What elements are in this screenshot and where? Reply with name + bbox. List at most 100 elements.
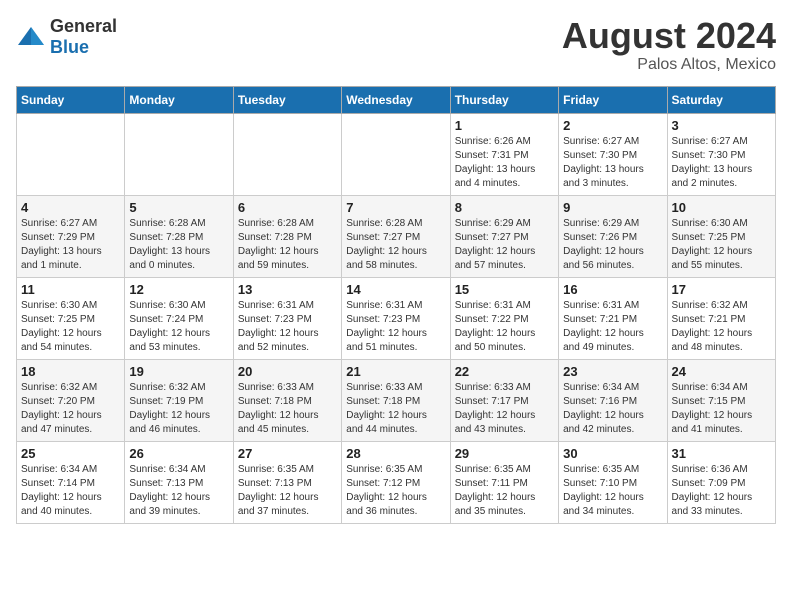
- header-saturday: Saturday: [667, 86, 775, 113]
- day-info: Sunrise: 6:32 AM Sunset: 7:21 PM Dayligh…: [672, 299, 771, 355]
- day-info: Sunrise: 6:32 AM Sunset: 7:20 PM Dayligh…: [21, 381, 120, 437]
- table-row: 19Sunrise: 6:32 AM Sunset: 7:19 PM Dayli…: [125, 359, 233, 441]
- day-info: Sunrise: 6:30 AM Sunset: 7:24 PM Dayligh…: [129, 299, 228, 355]
- day-info: Sunrise: 6:31 AM Sunset: 7:23 PM Dayligh…: [238, 299, 337, 355]
- day-info: Sunrise: 6:33 AM Sunset: 7:18 PM Dayligh…: [238, 381, 337, 437]
- day-info: Sunrise: 6:27 AM Sunset: 7:30 PM Dayligh…: [672, 135, 771, 191]
- page-header: General Blue August 2024 Palos Altos, Me…: [16, 16, 776, 74]
- table-row: 22Sunrise: 6:33 AM Sunset: 7:17 PM Dayli…: [450, 359, 558, 441]
- day-info: Sunrise: 6:27 AM Sunset: 7:30 PM Dayligh…: [563, 135, 662, 191]
- table-row: 28 Sunrise: 6:35 AM Sunset: 7:12 PM Dayli…: [342, 441, 450, 523]
- day-number: 9: [563, 200, 662, 215]
- header-sunday: Sunday: [17, 86, 125, 113]
- table-row: [17, 113, 125, 195]
- day-info: Sunrise: 6:34 AM Sunset: 7:15 PM Dayligh…: [672, 381, 771, 437]
- day-info: Sunrise: 6:28 AM Sunset: 7:27 PM Dayligh…: [346, 217, 445, 273]
- table-row: 2 Sunrise: 6:27 AM Sunset: 7:30 PM Daylig…: [559, 113, 667, 195]
- calendar-week-row: 11 Sunrise: 6:30 AM Sunset: 7:25 PM Dayli…: [17, 277, 776, 359]
- table-row: [233, 113, 341, 195]
- calendar-week-row: 1 Sunrise: 6:26 AM Sunset: 7:31 PM Daylig…: [17, 113, 776, 195]
- table-row: 6 Sunrise: 6:28 AM Sunset: 7:28 PM Daylig…: [233, 195, 341, 277]
- header-monday: Monday: [125, 86, 233, 113]
- day-info: Sunrise: 6:27 AM Sunset: 7:29 PM Dayligh…: [21, 217, 120, 273]
- day-number: 4: [21, 200, 120, 215]
- table-row: 7 Sunrise: 6:28 AM Sunset: 7:27 PM Daylig…: [342, 195, 450, 277]
- logo-icon: [16, 25, 46, 49]
- table-row: 8 Sunrise: 6:29 AM Sunset: 7:27 PM Daylig…: [450, 195, 558, 277]
- table-row: [125, 113, 233, 195]
- calendar-week-row: 25 Sunrise: 6:34 AM Sunset: 7:14 PM Dayli…: [17, 441, 776, 523]
- day-info: Sunrise: 6:35 AM Sunset: 7:13 PM Dayligh…: [238, 463, 337, 519]
- table-row: 21 Sunrise: 6:33 AM Sunset: 7:18 PM Dayli…: [342, 359, 450, 441]
- header-tuesday: Tuesday: [233, 86, 341, 113]
- day-info: Sunrise: 6:26 AM Sunset: 7:31 PM Dayligh…: [455, 135, 554, 191]
- day-number: 28: [346, 446, 445, 461]
- day-number: 11: [21, 282, 120, 297]
- header-wednesday: Wednesday: [342, 86, 450, 113]
- day-number: 8: [455, 200, 554, 215]
- day-info: Sunrise: 6:29 AM Sunset: 7:27 PM Dayligh…: [455, 217, 554, 273]
- day-number: 7: [346, 200, 445, 215]
- table-row: 29Sunrise: 6:35 AM Sunset: 7:11 PM Dayli…: [450, 441, 558, 523]
- day-number: 10: [672, 200, 771, 215]
- table-row: 4 Sunrise: 6:27 AM Sunset: 7:29 PM Daylig…: [17, 195, 125, 277]
- day-info: Sunrise: 6:32 AM Sunset: 7:19 PM Dayligh…: [129, 381, 228, 437]
- header-thursday: Thursday: [450, 86, 558, 113]
- logo: General Blue: [16, 16, 117, 58]
- day-number: 18: [21, 364, 120, 379]
- day-number: 29: [455, 446, 554, 461]
- day-number: 14: [346, 282, 445, 297]
- logo-general: General: [50, 16, 117, 36]
- header-friday: Friday: [559, 86, 667, 113]
- day-number: 23: [563, 364, 662, 379]
- table-row: 15 Sunrise: 6:31 AM Sunset: 7:22 PM Dayli…: [450, 277, 558, 359]
- day-number: 24: [672, 364, 771, 379]
- logo-blue: Blue: [50, 37, 89, 57]
- day-number: 21: [346, 364, 445, 379]
- table-row: 1 Sunrise: 6:26 AM Sunset: 7:31 PM Daylig…: [450, 113, 558, 195]
- table-row: 17Sunrise: 6:32 AM Sunset: 7:21 PM Dayli…: [667, 277, 775, 359]
- table-row: 18 Sunrise: 6:32 AM Sunset: 7:20 PM Dayli…: [17, 359, 125, 441]
- day-number: 2: [563, 118, 662, 133]
- table-row: 9 Sunrise: 6:29 AM Sunset: 7:26 PM Daylig…: [559, 195, 667, 277]
- day-info: Sunrise: 6:29 AM Sunset: 7:26 PM Dayligh…: [563, 217, 662, 273]
- day-info: Sunrise: 6:31 AM Sunset: 7:21 PM Dayligh…: [563, 299, 662, 355]
- table-row: 27 Sunrise: 6:35 AM Sunset: 7:13 PM Dayli…: [233, 441, 341, 523]
- day-number: 25: [21, 446, 120, 461]
- table-row: 24 Sunrise: 6:34 AM Sunset: 7:15 PM Dayli…: [667, 359, 775, 441]
- weekday-header-row: Sunday Monday Tuesday Wednesday Thursday…: [17, 86, 776, 113]
- day-number: 15: [455, 282, 554, 297]
- location-title: Palos Altos, Mexico: [562, 56, 776, 74]
- table-row: 25 Sunrise: 6:34 AM Sunset: 7:14 PM Dayli…: [17, 441, 125, 523]
- day-info: Sunrise: 6:34 AM Sunset: 7:13 PM Dayligh…: [129, 463, 228, 519]
- month-title: August 2024: [562, 16, 776, 56]
- table-row: 23 Sunrise: 6:34 AM Sunset: 7:16 PM Dayli…: [559, 359, 667, 441]
- day-info: Sunrise: 6:34 AM Sunset: 7:14 PM Dayligh…: [21, 463, 120, 519]
- day-number: 1: [455, 118, 554, 133]
- day-info: Sunrise: 6:34 AM Sunset: 7:16 PM Dayligh…: [563, 381, 662, 437]
- table-row: 12 Sunrise: 6:30 AM Sunset: 7:24 PM Dayli…: [125, 277, 233, 359]
- day-info: Sunrise: 6:33 AM Sunset: 7:17 PM Dayligh…: [455, 381, 554, 437]
- title-block: August 2024 Palos Altos, Mexico: [562, 16, 776, 74]
- table-row: 5 Sunrise: 6:28 AM Sunset: 7:28 PM Daylig…: [125, 195, 233, 277]
- day-info: Sunrise: 6:28 AM Sunset: 7:28 PM Dayligh…: [129, 217, 228, 273]
- day-info: Sunrise: 6:31 AM Sunset: 7:23 PM Dayligh…: [346, 299, 445, 355]
- day-number: 20: [238, 364, 337, 379]
- day-info: Sunrise: 6:31 AM Sunset: 7:22 PM Dayligh…: [455, 299, 554, 355]
- day-number: 5: [129, 200, 228, 215]
- table-row: 26Sunrise: 6:34 AM Sunset: 7:13 PM Dayli…: [125, 441, 233, 523]
- day-number: 13: [238, 282, 337, 297]
- table-row: 11 Sunrise: 6:30 AM Sunset: 7:25 PM Dayli…: [17, 277, 125, 359]
- table-row: 14 Sunrise: 6:31 AM Sunset: 7:23 PM Dayli…: [342, 277, 450, 359]
- day-number: 27: [238, 446, 337, 461]
- day-info: Sunrise: 6:28 AM Sunset: 7:28 PM Dayligh…: [238, 217, 337, 273]
- day-info: Sunrise: 6:35 AM Sunset: 7:12 PM Dayligh…: [346, 463, 445, 519]
- day-info: Sunrise: 6:30 AM Sunset: 7:25 PM Dayligh…: [21, 299, 120, 355]
- day-number: 12: [129, 282, 228, 297]
- day-number: 31: [672, 446, 771, 461]
- day-info: Sunrise: 6:33 AM Sunset: 7:18 PM Dayligh…: [346, 381, 445, 437]
- day-number: 6: [238, 200, 337, 215]
- day-info: Sunrise: 6:35 AM Sunset: 7:10 PM Dayligh…: [563, 463, 662, 519]
- table-row: 10Sunrise: 6:30 AM Sunset: 7:25 PM Dayli…: [667, 195, 775, 277]
- table-row: 16Sunrise: 6:31 AM Sunset: 7:21 PM Dayli…: [559, 277, 667, 359]
